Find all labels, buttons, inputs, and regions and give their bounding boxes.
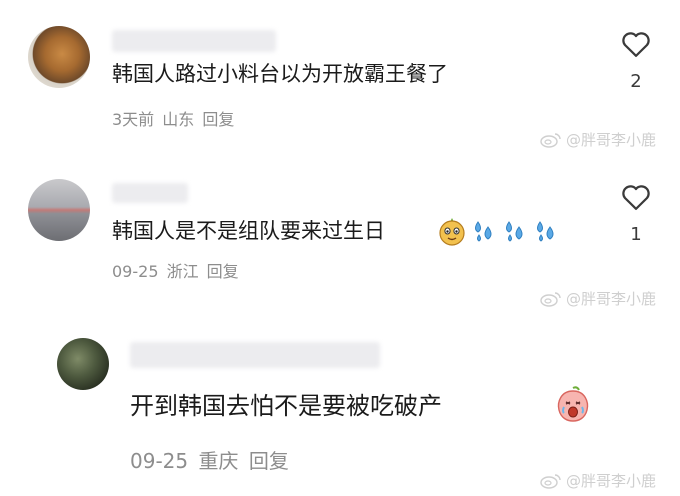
- weibo-logo: [540, 132, 561, 148]
- watermark: @胖哥李小鹿: [540, 129, 656, 150]
- peach-crying-emoji: [557, 386, 589, 422]
- reply-meta[interactable]: 09-25 重庆 回复: [130, 449, 289, 473]
- weibo-logo: [540, 291, 561, 307]
- heart-outline-icon[interactable]: [621, 183, 651, 211]
- like-count: 2: [630, 71, 642, 92]
- reply-text: 开到韩国去怕不是要被吃破产: [130, 392, 442, 420]
- comment-meta[interactable]: 09-25 浙江 回复: [112, 262, 239, 282]
- username-blurred[interactable]: [112, 183, 188, 203]
- avatar[interactable]: [28, 26, 90, 88]
- weibo-logo: [540, 473, 561, 489]
- like-count: 1: [630, 224, 642, 245]
- comment-text: 韩国人路过小料台以为开放霸王餐了: [112, 62, 448, 86]
- sweat-drops-icon: [537, 221, 554, 242]
- avatar[interactable]: [28, 179, 90, 241]
- watermark: @胖哥李小鹿: [540, 288, 656, 309]
- watermark-text: @胖哥李小鹿: [566, 131, 657, 149]
- watermark-text: @胖哥李小鹿: [566, 472, 657, 490]
- sweat-drops-icon: [506, 221, 523, 242]
- sweat-drops-icon: [475, 221, 492, 242]
- watermark-text: @胖哥李小鹿: [566, 290, 657, 308]
- username-blurred[interactable]: [130, 342, 380, 368]
- watermark: @胖哥李小鹿: [540, 470, 656, 491]
- face-emoji: [439, 218, 465, 246]
- heart-outline-icon[interactable]: [621, 30, 651, 58]
- username-blurred[interactable]: [112, 30, 276, 52]
- comment-meta[interactable]: 3天前 山东 回复: [112, 110, 234, 130]
- avatar[interactable]: [57, 338, 109, 390]
- comment-text: 韩国人是不是组队要来过生日: [112, 219, 385, 243]
